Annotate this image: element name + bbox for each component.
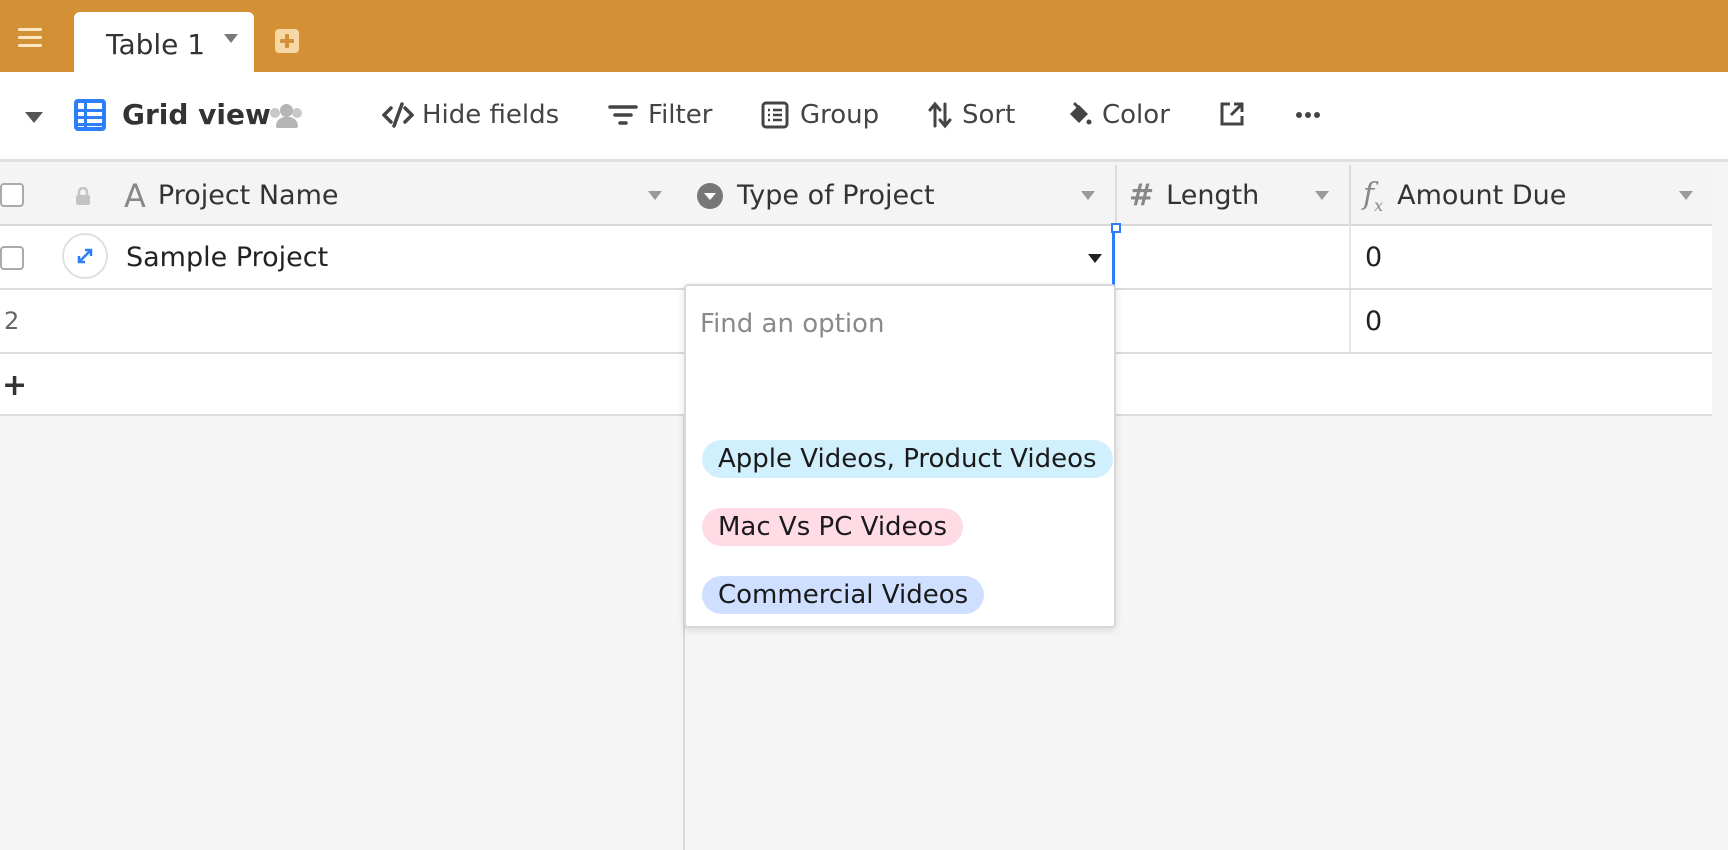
option-mac-vs-pc-videos[interactable]: Mac Vs PC Videos — [702, 508, 964, 546]
column-header-project-name[interactable]: A Project Name — [124, 165, 682, 226]
view-menu-caret-icon[interactable] — [25, 112, 43, 123]
grid-view-icon — [74, 99, 106, 131]
select-option-dropdown: Apple Videos, Product Videos Mac Vs PC V… — [684, 284, 1116, 628]
sort-button[interactable]: Sort — [928, 98, 1015, 132]
group-icon — [760, 100, 790, 130]
share-view-button[interactable] — [1218, 98, 1248, 132]
column-header-type-of-project[interactable]: Type of Project — [685, 165, 1115, 226]
column-header-length[interactable]: # Length — [1115, 165, 1349, 226]
column-label: Amount Due — [1397, 180, 1567, 211]
sort-label: Sort — [962, 100, 1016, 130]
tab-table-1[interactable]: Table 1 — [74, 12, 254, 74]
hide-fields-icon — [381, 100, 415, 130]
row-number: 2 — [4, 307, 20, 335]
table-row[interactable]: Sample Project 0 — [0, 226, 1712, 290]
cell-amount-due[interactable]: 0 — [1349, 290, 1712, 352]
add-table-icon[interactable] — [275, 29, 299, 53]
add-row-plus-icon[interactable]: + — [2, 354, 42, 416]
column-header-amount-due[interactable]: fx Amount Due — [1349, 165, 1712, 226]
expand-icon — [77, 248, 93, 264]
hide-fields-button[interactable]: Hide fields — [381, 98, 560, 132]
ellipsis-icon — [1294, 100, 1324, 130]
filter-button[interactable]: Filter — [608, 98, 712, 132]
share-external-icon — [1218, 100, 1248, 130]
option-apple-videos-product-videos[interactable]: Apple Videos, Product Videos — [702, 440, 1113, 478]
row-checkbox[interactable] — [0, 246, 24, 270]
cell-project-name[interactable]: Sample Project — [126, 226, 682, 288]
chevron-down-icon[interactable] — [1679, 191, 1693, 200]
filter-label: Filter — [648, 100, 713, 130]
view-toolbar: Grid view Hide fields Filter Group Sort … — [0, 72, 1728, 162]
sort-icon — [928, 100, 952, 130]
single-select-icon — [697, 182, 723, 209]
group-button[interactable]: Group — [760, 98, 879, 132]
color-label: Color — [1102, 100, 1170, 130]
chevron-down-icon[interactable] — [1081, 191, 1095, 200]
color-button[interactable]: Color — [1066, 98, 1170, 132]
base-topbar: Table 1 — [0, 0, 1728, 74]
lock-icon — [74, 186, 92, 205]
option-commercial-videos[interactable]: Commercial Videos — [702, 576, 985, 614]
header-row: A Project Name Type of Project # Length … — [0, 165, 1712, 226]
view-name[interactable]: Grid view — [122, 98, 271, 131]
hide-fields-label: Hide fields — [422, 100, 560, 130]
chevron-down-icon[interactable] — [1315, 191, 1329, 200]
column-label: Length — [1166, 180, 1260, 211]
cell-amount-due[interactable]: 0 — [1349, 226, 1712, 288]
cell-length[interactable] — [1118, 226, 1349, 288]
column-label: Project Name — [157, 180, 339, 211]
paint-bucket-icon — [1066, 100, 1092, 130]
cell-project-name[interactable] — [126, 290, 682, 352]
chevron-down-icon[interactable] — [224, 34, 238, 43]
group-label: Group — [800, 100, 880, 130]
text-field-icon: A — [124, 176, 146, 215]
chevron-down-icon[interactable] — [648, 191, 662, 200]
filter-icon — [608, 100, 638, 130]
find-option-input[interactable] — [700, 304, 1100, 344]
table-tab-label: Table 1 — [106, 28, 206, 61]
formula-icon: fx — [1363, 176, 1384, 215]
cell-length[interactable] — [1118, 290, 1349, 352]
hamburger-menu-icon[interactable] — [18, 28, 42, 48]
cell-type-of-project-selected[interactable] — [685, 226, 1115, 290]
number-hash-icon: # — [1129, 178, 1155, 213]
more-options-button[interactable] — [1294, 98, 1324, 132]
select-all-checkbox[interactable] — [0, 183, 24, 207]
column-label: Type of Project — [737, 180, 935, 211]
expand-record-button[interactable] — [62, 233, 108, 279]
collaborative-view-icon — [270, 104, 304, 128]
selection-fill-handle[interactable] — [1111, 223, 1121, 233]
chevron-down-icon[interactable] — [1088, 254, 1102, 263]
